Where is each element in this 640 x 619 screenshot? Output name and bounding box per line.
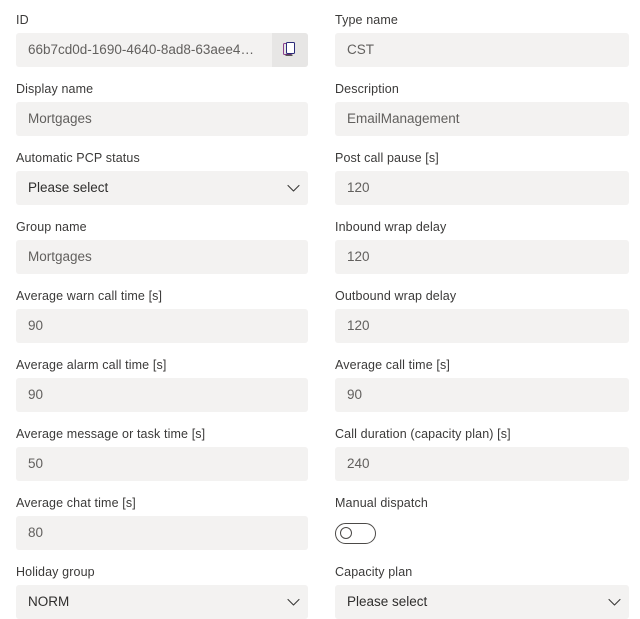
field-value-group-name[interactable]: Mortgages: [16, 240, 308, 274]
field-control-inbound-wrap-delay: 120: [335, 240, 629, 274]
field-value-average-warn-call-time[interactable]: 90: [16, 309, 308, 343]
field-id: ID 66b7cd0d-1690-4640-8ad8-63aee45e131a: [16, 12, 308, 67]
field-average-message-or-task-time: Average message or task time [s] 50: [16, 426, 308, 481]
field-control-id: 66b7cd0d-1690-4640-8ad8-63aee45e131a: [16, 33, 308, 67]
field-value-average-alarm-call-time[interactable]: 90: [16, 378, 308, 412]
dropdown-value-capacity-plan: Please select: [347, 594, 428, 609]
field-label-average-warn-call-time: Average warn call time [s]: [16, 289, 163, 303]
toggle-wrap-manual-dispatch: [335, 516, 629, 550]
field-automatic-pcp-status: Automatic PCP status Please select: [16, 150, 308, 205]
chevron-down-icon: [278, 184, 308, 193]
dropdown-holiday-group[interactable]: NORM: [16, 585, 308, 619]
field-label-average-call-time: Average call time [s]: [335, 358, 450, 372]
dropdown-value-automatic-pcp-status: Please select: [28, 180, 109, 195]
form-right-column: Type name CST Description EmailManagemen…: [335, 12, 629, 619]
form-left-column: ID 66b7cd0d-1690-4640-8ad8-63aee45e131a …: [16, 12, 308, 619]
field-group-name: Group name Mortgages: [16, 219, 308, 274]
field-average-call-time: Average call time [s] 90: [335, 357, 629, 412]
chevron-down-icon: [278, 598, 308, 607]
field-control-average-chat-time: 80: [16, 516, 308, 550]
settings-form: ID 66b7cd0d-1690-4640-8ad8-63aee45e131a …: [0, 0, 640, 619]
field-label-display-name: Display name: [16, 82, 94, 96]
field-outbound-wrap-delay: Outbound wrap delay 120: [335, 288, 629, 343]
toggle-manual-dispatch[interactable]: [335, 522, 376, 544]
field-label-type-name: Type name: [335, 13, 398, 27]
toggle-knob: [340, 527, 352, 539]
field-control-average-message-or-task-time: 50: [16, 447, 308, 481]
field-label-average-chat-time: Average chat time [s]: [16, 496, 136, 510]
field-call-duration-capacity-plan: Call duration (capacity plan) [s] 240: [335, 426, 629, 481]
dropdown-capacity-plan[interactable]: Please select: [335, 585, 629, 619]
dropdown-value-holiday-group: NORM: [28, 594, 70, 609]
field-control-average-call-time: 90: [335, 378, 629, 412]
field-label-post-call-pause: Post call pause [s]: [335, 151, 439, 165]
field-value-average-call-time[interactable]: 90: [335, 378, 629, 412]
field-label-capacity-plan: Capacity plan: [335, 565, 413, 579]
field-label-holiday-group: Holiday group: [16, 565, 95, 579]
field-control-outbound-wrap-delay: 120: [335, 309, 629, 343]
field-label-description: Description: [335, 82, 399, 96]
field-value-id[interactable]: 66b7cd0d-1690-4640-8ad8-63aee45e131a: [16, 33, 272, 67]
field-control-type-name: CST: [335, 33, 629, 67]
field-value-post-call-pause[interactable]: 120: [335, 171, 629, 205]
field-capacity-plan: Capacity plan Please select: [335, 564, 629, 619]
field-label-automatic-pcp-status: Automatic PCP status: [16, 151, 140, 165]
field-value-display-name[interactable]: Mortgages: [16, 102, 308, 136]
field-description: Description EmailManagement: [335, 81, 629, 136]
field-control-average-alarm-call-time: 90: [16, 378, 308, 412]
chevron-down-icon: [599, 598, 629, 607]
field-label-group-name: Group name: [16, 220, 87, 234]
field-value-outbound-wrap-delay[interactable]: 120: [335, 309, 629, 343]
field-value-average-message-or-task-time[interactable]: 50: [16, 447, 308, 481]
field-display-name: Display name Mortgages: [16, 81, 308, 136]
field-label-inbound-wrap-delay: Inbound wrap delay: [335, 220, 447, 234]
field-average-chat-time: Average chat time [s] 80: [16, 495, 308, 550]
field-type-name: Type name CST: [335, 12, 629, 67]
field-control-display-name: Mortgages: [16, 102, 308, 136]
copy-id-button[interactable]: [272, 33, 308, 67]
field-manual-dispatch: Manual dispatch: [335, 495, 629, 550]
copy-icon: [282, 41, 298, 60]
field-value-type-name[interactable]: CST: [335, 33, 629, 67]
field-value-description[interactable]: EmailManagement: [335, 102, 629, 136]
field-label-outbound-wrap-delay: Outbound wrap delay: [335, 289, 457, 303]
field-post-call-pause: Post call pause [s] 120: [335, 150, 629, 205]
field-label-manual-dispatch: Manual dispatch: [335, 496, 428, 510]
field-label-average-alarm-call-time: Average alarm call time [s]: [16, 358, 167, 372]
field-control-call-duration-capacity-plan: 240: [335, 447, 629, 481]
field-average-warn-call-time: Average warn call time [s] 90: [16, 288, 308, 343]
field-inbound-wrap-delay: Inbound wrap delay 120: [335, 219, 629, 274]
field-value-call-duration-capacity-plan[interactable]: 240: [335, 447, 629, 481]
field-label-id: ID: [16, 13, 29, 27]
field-control-group-name: Mortgages: [16, 240, 308, 274]
field-label-average-message-or-task-time: Average message or task time [s]: [16, 427, 206, 441]
field-control-post-call-pause: 120: [335, 171, 629, 205]
field-holiday-group: Holiday group NORM: [16, 564, 308, 619]
field-average-alarm-call-time: Average alarm call time [s] 90: [16, 357, 308, 412]
field-control-average-warn-call-time: 90: [16, 309, 308, 343]
field-value-average-chat-time[interactable]: 80: [16, 516, 308, 550]
field-control-description: EmailManagement: [335, 102, 629, 136]
field-label-call-duration-capacity-plan: Call duration (capacity plan) [s]: [335, 427, 511, 441]
field-value-inbound-wrap-delay[interactable]: 120: [335, 240, 629, 274]
dropdown-automatic-pcp-status[interactable]: Please select: [16, 171, 308, 205]
